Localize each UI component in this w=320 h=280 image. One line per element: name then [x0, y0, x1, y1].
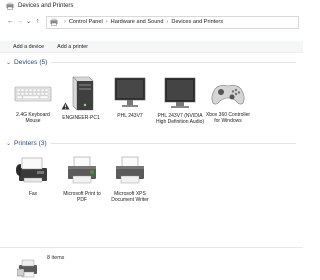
device-tile-keyboard[interactable]: 2.4G Keyboard Mouse	[10, 79, 56, 124]
device-tile-computer[interactable]: ENGINEER-PC1	[58, 72, 104, 121]
address-bar: ← → ⌄ ↑ › Control Panel › Hardware and S…	[0, 14, 303, 30]
collapse-chevron-icon[interactable]: ⌄	[6, 140, 11, 147]
recent-locations-button[interactable]: ⌄	[24, 16, 33, 28]
forward-button[interactable]: →	[15, 16, 24, 28]
device-tile-gamepad[interactable]: Xbox 360 Controller for Windows	[205, 79, 251, 124]
printer-tile-print-to-pdf[interactable]: Microsoft Print to PDF	[59, 154, 105, 203]
breadcrumb-control-panel[interactable]: Control Panel	[69, 19, 103, 25]
device-label: PHL 243V7 (NVIDIA High Definition Audio)	[155, 113, 205, 125]
breadcrumb-separator: ›	[166, 19, 169, 25]
printer-icon	[68, 156, 96, 184]
device-label: Xbox 360 Controller for Windows	[205, 112, 251, 124]
devices-printers-icon	[17, 259, 37, 278]
collapse-chevron-icon[interactable]: ⌄	[6, 59, 11, 66]
item-count: 8 items	[47, 255, 65, 261]
command-bar: Add a device Add a printer	[0, 41, 303, 53]
printer-label: Fax	[28, 191, 38, 197]
keyboard-icon	[14, 86, 52, 102]
breadcrumb-separator: ›	[105, 19, 108, 25]
devices-printers-icon	[6, 2, 14, 10]
breadcrumb-devices-and-printers[interactable]: Devices and Printers	[171, 19, 223, 25]
printers-group-header[interactable]: ⌄ Printers (3)	[6, 140, 296, 147]
device-label: ENGINEER-PC1	[62, 115, 100, 121]
device-tile-monitor[interactable]: PHL 243V7	[107, 76, 153, 119]
status-bar: 8 items	[0, 247, 303, 280]
devices-group-title: Devices (5)	[14, 59, 48, 66]
back-button[interactable]: ←	[6, 16, 15, 28]
add-device-button[interactable]: Add a device	[13, 44, 44, 50]
title-bar: Devices and Printers	[0, 0, 303, 12]
devices-printers-icon	[50, 18, 58, 26]
device-label: 2.4G Keyboard Mouse	[16, 112, 50, 124]
address-field[interactable]: › Control Panel › Hardware and Sound › D…	[46, 15, 299, 29]
up-button[interactable]: ↑	[33, 16, 42, 28]
device-tile-monitor-audio[interactable]: PHL 243V7 (NVIDIA High Definition Audio)	[155, 76, 205, 125]
printer-tile-fax[interactable]: Fax	[10, 154, 56, 197]
warning-icon	[61, 102, 70, 110]
window-title: Devices and Printers	[18, 3, 74, 9]
printer-icon	[116, 156, 144, 184]
printer-label: Microsoft Print to PDF	[63, 191, 101, 203]
printers-group-title: Printers (3)	[14, 140, 47, 147]
breadcrumb-separator: ›	[64, 19, 66, 25]
gamepad-icon	[211, 85, 245, 105]
monitor-icon	[114, 77, 146, 107]
device-label: PHL 243V7	[117, 113, 143, 119]
monitor-icon	[164, 77, 196, 108]
printer-tile-xps-writer[interactable]: Microsoft XPS Document Writer	[107, 154, 153, 203]
add-printer-button[interactable]: Add a printer	[57, 44, 88, 50]
fax-icon	[16, 157, 47, 183]
printer-label: Microsoft XPS Document Writer	[111, 191, 149, 203]
breadcrumb-hardware-and-sound[interactable]: Hardware and Sound	[111, 19, 164, 25]
group-divider	[50, 143, 296, 144]
devices-group-header[interactable]: ⌄ Devices (5)	[6, 59, 296, 66]
group-divider	[51, 62, 296, 63]
